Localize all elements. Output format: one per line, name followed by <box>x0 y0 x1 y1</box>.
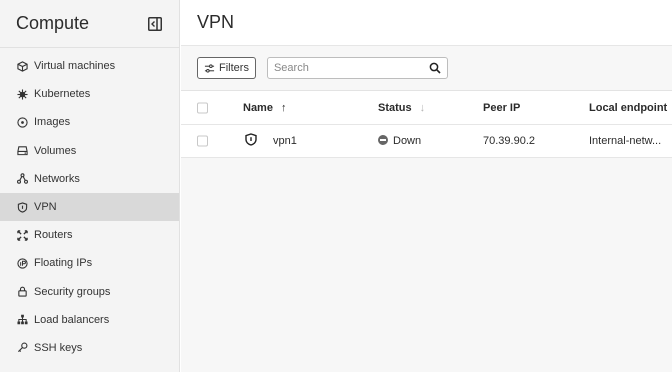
table-header-row: Name ↑ Status ↓ Peer IP Local endpoint <box>181 91 672 125</box>
search-input[interactable] <box>273 62 429 74</box>
table-row[interactable]: vpn1 Down 70.39.90.2 Internal-netw... <box>181 125 672 158</box>
network-icon <box>17 173 28 185</box>
sidebar-item-label: Virtual machines <box>34 60 116 73</box>
search-icon[interactable] <box>429 62 441 74</box>
column-header-name[interactable]: Name ↑ <box>243 102 286 114</box>
load-balancer-icon <box>17 314 28 325</box>
lock-icon <box>17 286 28 297</box>
sidebar-item-label: Load balancers <box>34 313 110 326</box>
sidebar-item-routers[interactable]: Routers <box>0 221 179 249</box>
router-icon <box>17 229 28 241</box>
column-header-local-endpoint[interactable]: Local endpoint <box>589 102 667 114</box>
sort-descending-icon: ↓ <box>419 101 426 114</box>
sidebar-item-volumes[interactable]: Volumes <box>0 137 179 165</box>
sidebar-item-label: VPN <box>34 201 57 214</box>
sidebar-item-networks[interactable]: Networks <box>0 165 179 193</box>
sidebar-item-load-balancers[interactable]: Load balancers <box>0 306 179 334</box>
page-header: VPN <box>181 0 672 46</box>
sidebar-item-kubernetes[interactable]: Kubernetes <box>0 80 179 108</box>
main-content: VPN Filters Name ↑ Status ↓ Peer IP <box>181 0 672 372</box>
sidebar-item-label: Volumes <box>34 144 77 157</box>
key-icon <box>17 342 28 353</box>
sidebar-nav: Virtual machines Kubernetes Images Volum… <box>0 48 179 362</box>
sidebar-item-label: Floating IPs <box>34 257 93 270</box>
sidebar-item-vpn[interactable]: VPN <box>0 192 179 222</box>
row-checkbox[interactable] <box>197 135 208 147</box>
column-header-peer-ip[interactable]: Peer IP <box>483 102 520 114</box>
sidebar-item-label: Images <box>34 116 71 129</box>
sidebar-item-label: Kubernetes <box>34 88 91 101</box>
toolbar: Filters <box>181 46 672 91</box>
sidebar-title: Compute <box>16 13 90 33</box>
vpn-shield-icon <box>245 133 257 149</box>
status-text: Down <box>393 135 422 147</box>
helm-icon <box>17 89 28 100</box>
local-endpoint: Internal-netw... <box>589 135 662 147</box>
column-header-label: Status <box>378 101 412 114</box>
column-header-label: Name <box>243 101 273 114</box>
search-box <box>266 57 448 79</box>
sidebar-item-virtual-machines[interactable]: Virtual machines <box>0 52 179 80</box>
sidebar-item-security-groups[interactable]: Security groups <box>0 278 179 306</box>
vpn-name[interactable]: vpn1 <box>273 135 297 147</box>
sidebar-item-label: Networks <box>34 172 80 185</box>
floating-ip-icon <box>17 258 28 269</box>
select-all-checkbox[interactable] <box>197 102 208 113</box>
sort-ascending-icon: ↑ <box>280 101 287 114</box>
sidebar-item-ssh-keys[interactable]: SSH keys <box>0 334 179 362</box>
shield-icon <box>17 201 28 213</box>
sidebar-item-floating-ips[interactable]: Floating IPs <box>0 249 179 277</box>
cube-icon <box>17 60 28 72</box>
column-header-status[interactable]: Status ↓ <box>378 102 425 114</box>
sidebar: Compute Virtual machines Kubernetes Imag… <box>0 0 180 372</box>
status-down-icon <box>378 135 388 145</box>
column-header-label: Local endpoint <box>589 101 668 114</box>
sidebar-item-label: Routers <box>34 229 73 242</box>
filters-icon <box>204 63 215 73</box>
sidebar-collapse-icon[interactable] <box>147 16 163 32</box>
status-badge: Down <box>378 135 421 147</box>
filters-label: Filters <box>219 62 249 74</box>
column-header-label: Peer IP <box>483 101 521 114</box>
sidebar-header: Compute <box>0 0 179 48</box>
sidebar-item-images[interactable]: Images <box>0 108 179 136</box>
drive-icon <box>17 145 28 156</box>
disc-icon <box>17 117 28 128</box>
page-title: VPN <box>197 12 235 32</box>
sidebar-item-label: SSH keys <box>34 341 83 354</box>
peer-ip: 70.39.90.2 <box>483 135 535 147</box>
filters-button[interactable]: Filters <box>197 57 256 79</box>
sidebar-item-label: Security groups <box>34 285 111 298</box>
vpn-table: Name ↑ Status ↓ Peer IP Local endpoint vpn… <box>181 91 672 158</box>
